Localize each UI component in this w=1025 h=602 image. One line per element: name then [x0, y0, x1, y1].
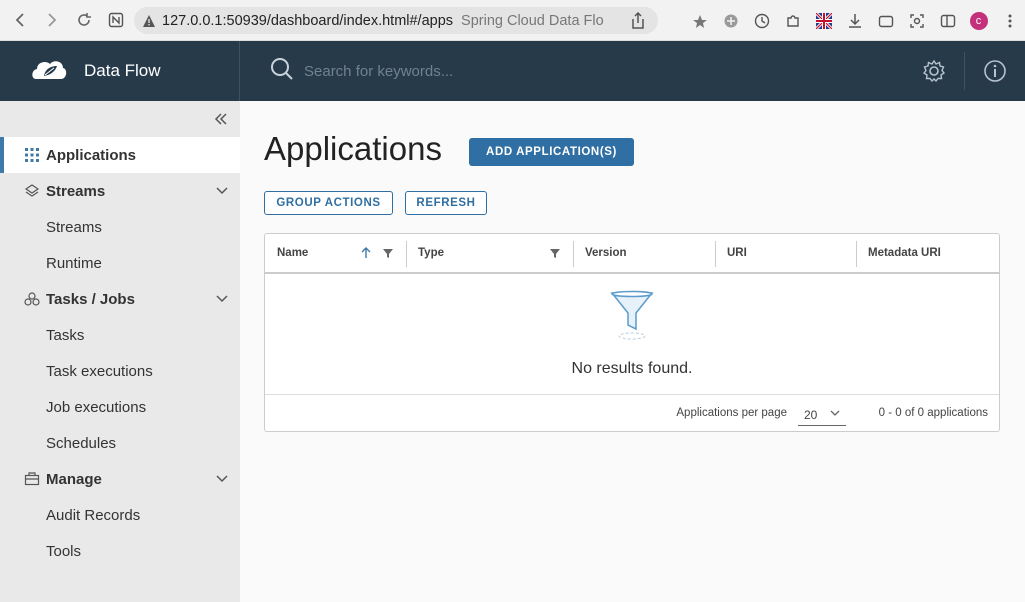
sidebar-item-label: Applications	[46, 146, 137, 164]
column-label: Metadata URI	[868, 247, 941, 259]
sidebar-item-label: Tasks	[46, 326, 85, 344]
column-header-metadata-uri[interactable]: Metadata URI	[856, 234, 999, 272]
share-icon[interactable]	[630, 12, 646, 30]
group-actions-button[interactable]: GROUP ACTIONS	[264, 191, 393, 215]
screen-capture-icon[interactable]	[870, 0, 901, 41]
sidebar-item-applications[interactable]: Applications	[0, 137, 240, 173]
uk-flag-icon[interactable]	[808, 0, 839, 41]
puzzle-extension-icon[interactable]	[777, 0, 808, 41]
sidebar-item-streams[interactable]: Streams	[0, 209, 240, 245]
empty-state-message: No results found.	[571, 360, 693, 377]
sidebar-item-label: Audit Records	[46, 506, 141, 524]
chevron-down-icon	[216, 472, 228, 489]
browser-toolbar: 127.0.0.1:50939/dashboard/index.html#/ap…	[0, 0, 1025, 41]
browser-actions: c	[684, 0, 1025, 41]
sidebar-item-task-executions[interactable]: Task executions	[0, 353, 240, 389]
search-icon[interactable]	[270, 57, 294, 86]
sidebar-group-tasks-jobs[interactable]: Tasks / Jobs	[0, 281, 240, 317]
per-page-select[interactable]: 20	[798, 404, 846, 426]
column-label: Version	[585, 247, 627, 259]
sidebar-item-label: Streams	[46, 182, 106, 200]
sidebar-item-label: Streams	[46, 218, 102, 236]
sidebar-item-label: Tasks / Jobs	[46, 290, 135, 308]
column-label: Name	[277, 247, 309, 259]
sidebar-item-label: Manage	[46, 470, 102, 488]
column-header-uri[interactable]: URI	[715, 234, 856, 272]
datagrid-header: Name Type Version URI Metadata URI	[265, 234, 999, 274]
streams-icon	[24, 183, 40, 199]
sidebar-item-tools[interactable]: Tools	[0, 533, 240, 569]
search-input[interactable]	[304, 62, 604, 80]
url-text: 127.0.0.1:50939/dashboard/index.html#/ap…	[162, 12, 454, 29]
back-icon[interactable]	[4, 0, 36, 41]
tasks-icon	[24, 291, 40, 307]
tab-title: Spring Cloud Data Flo	[461, 12, 604, 29]
refresh-button[interactable]: REFRESH	[405, 191, 487, 215]
settings-gear-icon[interactable]	[904, 41, 964, 101]
main-content: Applications ADD APPLICATION(S) GROUP AC…	[240, 101, 1025, 602]
brand[interactable]: Data Flow	[0, 41, 240, 101]
sidebar-group-streams[interactable]: Streams	[0, 173, 240, 209]
add-application-button[interactable]: ADD APPLICATION(S)	[469, 138, 634, 166]
sidebar-item-label: Runtime	[46, 254, 102, 272]
filter-icon[interactable]	[549, 246, 561, 264]
sort-ascending-icon[interactable]	[360, 246, 372, 264]
pagination-range: 0 - 0 of 0 applications	[878, 407, 988, 419]
sidebar-item-audit-records[interactable]: Audit Records	[0, 497, 240, 533]
spring-logo-icon	[30, 55, 68, 88]
sidebar-item-runtime[interactable]: Runtime	[0, 245, 240, 281]
grid-icon	[24, 147, 40, 163]
screenshot-icon[interactable]	[901, 0, 932, 41]
filter-icon[interactable]	[382, 246, 394, 264]
app-title: Data Flow	[84, 61, 161, 80]
sidebar-item-job-executions[interactable]: Job executions	[0, 389, 240, 425]
page-title: Applications	[264, 130, 442, 167]
forward-icon[interactable]	[36, 0, 68, 41]
datagrid-footer: Applications per page 20 0 - 0 of 0 appl…	[265, 394, 999, 431]
app-header: Data Flow	[0, 41, 1025, 101]
applications-datagrid: Name Type Version URI Metadata URI No re…	[264, 233, 1000, 432]
sidebar-item-label: Schedules	[46, 434, 117, 452]
reload-icon[interactable]	[68, 0, 100, 41]
empty-filter-icon	[609, 289, 655, 346]
extensions-pin-icon[interactable]	[684, 0, 715, 41]
column-header-version[interactable]: Version	[573, 234, 715, 272]
column-header-type[interactable]: Type	[406, 234, 573, 272]
sidebar-group-manage[interactable]: Manage	[0, 461, 240, 497]
chevron-down-icon	[216, 184, 228, 201]
vpn-extension-icon[interactable]	[715, 0, 746, 41]
sidebar: Applications Streams Streams Runtime Tas…	[0, 101, 240, 602]
browser-menu-icon[interactable]	[994, 0, 1025, 41]
warning-icon	[142, 14, 156, 28]
per-page-value: 20	[804, 408, 818, 422]
collapse-sidebar-icon[interactable]	[0, 101, 240, 137]
download-icon[interactable]	[839, 0, 870, 41]
sidebar-item-tasks[interactable]: Tasks	[0, 317, 240, 353]
column-label: Type	[418, 247, 444, 259]
search-bar	[240, 41, 904, 101]
sidebar-item-schedules[interactable]: Schedules	[0, 425, 240, 461]
sidebar-item-label: Job executions	[46, 398, 147, 416]
chevron-down-icon	[216, 292, 228, 309]
notion-extension-icon[interactable]	[100, 0, 132, 41]
sidebar-toggle-icon[interactable]	[932, 0, 963, 41]
sidebar-item-label: Task executions	[46, 362, 153, 380]
sidebar-item-label: Tools	[46, 542, 82, 560]
per-page-label: Applications per page	[676, 407, 787, 419]
info-icon[interactable]	[965, 41, 1025, 101]
profile-avatar[interactable]: c	[963, 0, 994, 41]
column-label: URI	[727, 247, 747, 259]
timer-extension-icon[interactable]	[746, 0, 777, 41]
chevron-down-icon	[830, 407, 840, 421]
manage-icon	[24, 471, 40, 487]
address-bar[interactable]: 127.0.0.1:50939/dashboard/index.html#/ap…	[134, 7, 658, 34]
